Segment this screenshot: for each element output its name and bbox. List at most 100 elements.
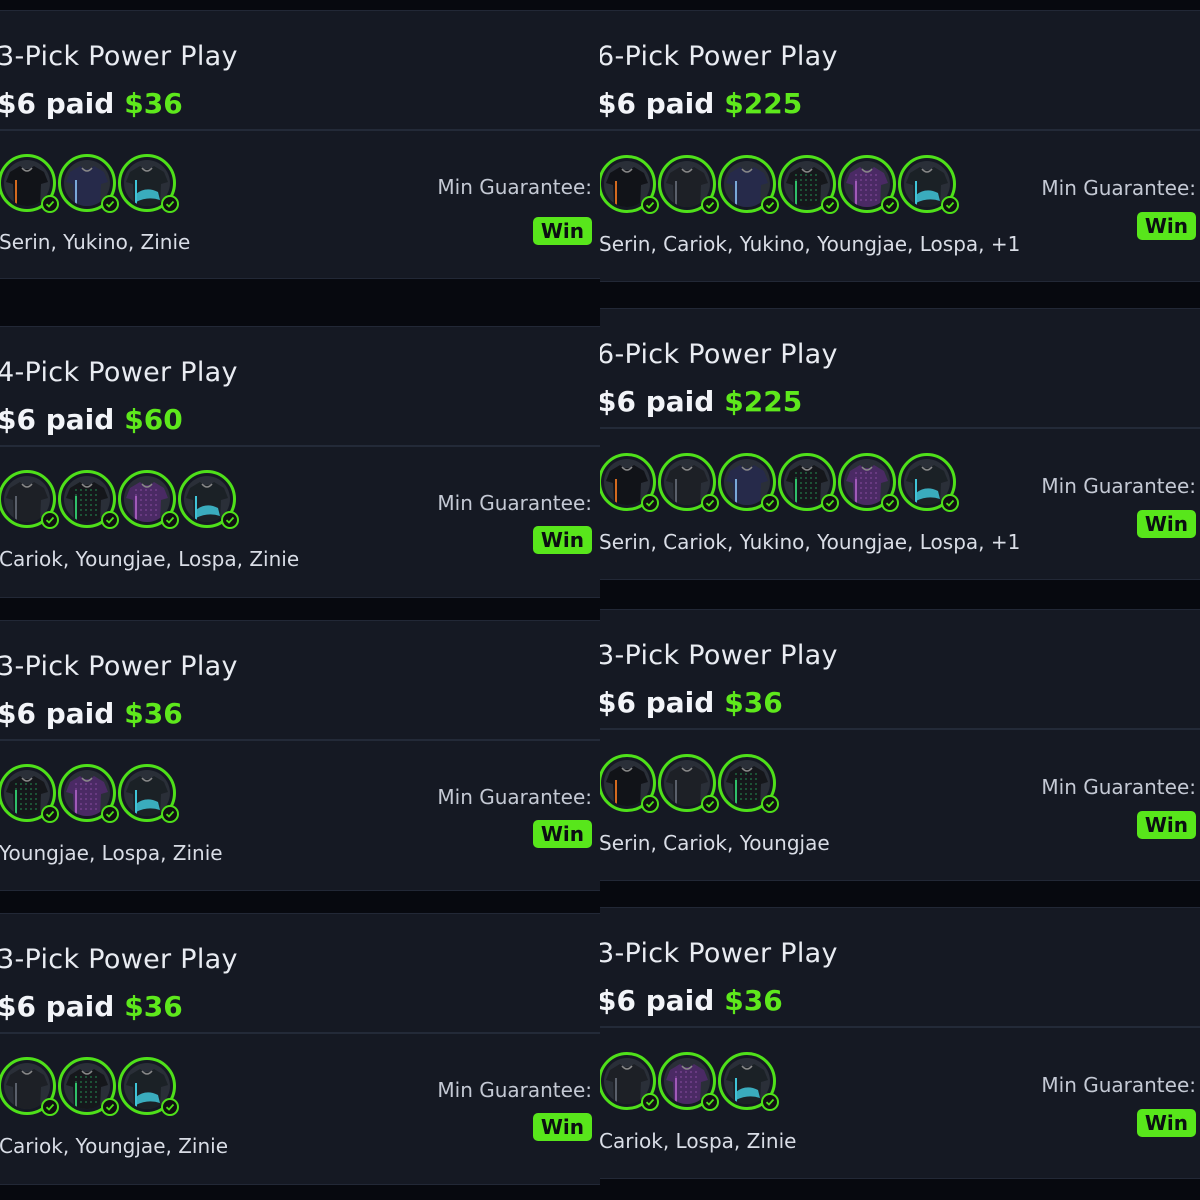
win-badge: Win	[1136, 510, 1196, 538]
min-guarantee-label: Min Guarantee:	[437, 1078, 592, 1102]
win-amount: $36	[124, 87, 183, 120]
check-icon	[41, 511, 59, 529]
check-icon	[101, 1098, 119, 1116]
player-names: Serin, Cariok, Yukino, Youngjae, Lospa, …	[600, 530, 1021, 554]
player-names: Cariok, Youngjae, Zinie	[0, 1134, 229, 1158]
left-column: 3-Pick Power Play $6 paid $36 Serin, Yuki…	[0, 0, 600, 1200]
check-icon	[761, 196, 779, 214]
paid-amount: $6 paid	[0, 697, 115, 730]
entry-card[interactable]: 3-Pick Power Play $6 paid $36 Cariok, You…	[0, 913, 600, 1185]
player-avatar	[0, 764, 59, 823]
min-guarantee-label: Min Guarantee:	[1041, 176, 1196, 200]
entry-payout: $6 paid $225	[600, 385, 802, 418]
win-amount: $36	[124, 697, 183, 730]
check-icon	[761, 795, 779, 813]
player-avatar	[0, 154, 59, 213]
card-divider	[600, 427, 1200, 429]
player-avatar	[658, 1052, 719, 1111]
check-icon	[161, 195, 179, 213]
player-avatar	[118, 154, 179, 213]
check-icon	[41, 195, 59, 213]
win-amount: $36	[724, 984, 783, 1017]
check-icon	[881, 494, 899, 512]
entry-title: 4-Pick Power Play	[0, 357, 238, 388]
check-icon	[101, 195, 119, 213]
check-icon	[641, 795, 659, 813]
player-avatar	[778, 453, 839, 512]
check-icon	[941, 196, 959, 214]
player-avatar	[718, 453, 779, 512]
entry-title: 6-Pick Power Play	[600, 41, 838, 72]
entry-card[interactable]: 3-Pick Power Play $6 paid $36 Serin, Cari…	[600, 609, 1200, 881]
entry-title: 3-Pick Power Play	[0, 944, 238, 975]
entry-payout: $6 paid $225	[600, 87, 802, 120]
player-avatar	[898, 453, 959, 512]
player-avatar	[838, 155, 899, 214]
entry-title: 3-Pick Power Play	[0, 41, 238, 72]
entry-payout: $6 paid $36	[600, 686, 783, 719]
player-avatar	[600, 1052, 659, 1111]
min-guarantee-label: Min Guarantee:	[1041, 1073, 1196, 1097]
player-names: Serin, Cariok, Yukino, Youngjae, Lospa, …	[600, 232, 1021, 256]
check-icon	[701, 1093, 719, 1111]
entry-card[interactable]: 6-Pick Power Play $6 paid $225 Serin, Car…	[600, 10, 1200, 282]
player-names: Youngjae, Lospa, Zinie	[0, 841, 223, 865]
min-guarantee-label: Min Guarantee:	[1041, 474, 1196, 498]
entry-title: 3-Pick Power Play	[0, 651, 238, 682]
entry-payout: $6 paid $60	[0, 403, 183, 436]
paid-amount: $6 paid	[600, 87, 715, 120]
paid-amount: $6 paid	[0, 87, 115, 120]
paid-amount: $6 paid	[600, 385, 715, 418]
entry-payout: $6 paid $36	[600, 984, 783, 1017]
min-guarantee-label: Min Guarantee:	[1041, 775, 1196, 799]
player-avatar	[118, 1057, 179, 1116]
check-icon	[41, 805, 59, 823]
win-amount: $225	[724, 385, 803, 418]
check-icon	[761, 494, 779, 512]
card-divider	[0, 1032, 600, 1034]
check-icon	[101, 805, 119, 823]
entry-title: 3-Pick Power Play	[600, 938, 838, 969]
check-icon	[701, 196, 719, 214]
player-avatar	[118, 470, 179, 529]
entry-card[interactable]: 4-Pick Power Play $6 paid $60 Cariok, You…	[0, 326, 600, 598]
card-divider	[0, 445, 600, 447]
win-amount: $36	[724, 686, 783, 719]
player-avatar	[58, 470, 119, 529]
player-avatar	[838, 453, 899, 512]
win-amount: $60	[124, 403, 183, 436]
player-avatar	[58, 764, 119, 823]
player-avatar	[658, 754, 719, 813]
player-avatar	[0, 470, 59, 529]
player-names: Cariok, Youngjae, Lospa, Zinie	[0, 547, 300, 571]
entry-title: 3-Pick Power Play	[600, 640, 838, 671]
check-icon	[701, 795, 719, 813]
player-avatar	[118, 764, 179, 823]
check-icon	[161, 511, 179, 529]
entry-card[interactable]: 3-Pick Power Play $6 paid $36 Youngjae, L…	[0, 620, 600, 891]
entry-card[interactable]: 3-Pick Power Play $6 paid $36 Cariok, Los…	[600, 907, 1200, 1179]
player-names: Serin, Yukino, Zinie	[0, 230, 191, 254]
entry-payout: $6 paid $36	[0, 87, 183, 120]
min-guarantee-label: Min Guarantee:	[437, 175, 592, 199]
player-avatar	[778, 155, 839, 214]
check-icon	[641, 494, 659, 512]
check-icon	[701, 494, 719, 512]
paid-amount: $6 paid	[600, 984, 715, 1017]
min-guarantee-label: Min Guarantee:	[437, 491, 592, 515]
player-avatar	[58, 1057, 119, 1116]
check-icon	[881, 196, 899, 214]
player-names: Cariok, Lospa, Zinie	[600, 1129, 797, 1153]
entry-card[interactable]: 6-Pick Power Play $6 paid $225 Serin, Car…	[600, 308, 1200, 580]
check-icon	[761, 1093, 779, 1111]
player-avatar	[658, 453, 719, 512]
check-icon	[101, 511, 119, 529]
entry-card[interactable]: 3-Pick Power Play $6 paid $36 Serin, Yuki…	[0, 10, 600, 279]
win-badge: Win	[532, 820, 592, 848]
entry-payout: $6 paid $36	[0, 990, 183, 1023]
check-icon	[641, 1093, 659, 1111]
player-avatar	[600, 155, 659, 214]
check-icon	[641, 196, 659, 214]
paid-amount: $6 paid	[0, 990, 115, 1023]
player-avatar	[600, 453, 659, 512]
